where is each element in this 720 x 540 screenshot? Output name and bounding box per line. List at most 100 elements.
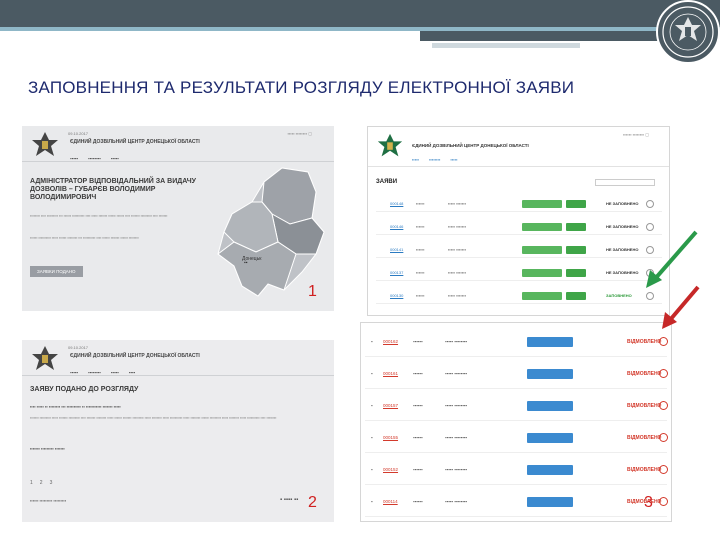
administrator-text-2: ▪▪▪▪▪▪ ▪▪▪▪▪▪▪▪▪▪ ▪▪▪▪▪ ▪▪▪▪▪▪ ▪▪▪▪▪▪▪▪ … (30, 236, 139, 240)
table-row[interactable]: ▪ 000162 ▪▪▪▪▪▪ ▪▪▪▪▪ ▪▪▪▪▪▪▪▪ ВІДМОВЛЕНО (365, 327, 668, 357)
screenshot-application-submitted: 09.10.2017 ЄДИНИЙ ДОЗВІЛЬНИЙ ЦЕНТР ДОНЕЦ… (22, 340, 334, 522)
administrator-text: ▪▪▪▪▪▪▪▪ ▪▪▪▪ ▪▪▪▪▪▪▪▪▪ ▪▪▪ ▪▪▪▪▪▪ ▪▪▪▪▪… (30, 214, 168, 218)
slide-header-subband (432, 43, 580, 48)
view-button[interactable] (527, 337, 573, 347)
submit-applications-button[interactable]: ЗАЯВКИ ПОДАНО (30, 266, 83, 277)
close-icon[interactable] (659, 337, 668, 346)
shield-logo-icon (32, 132, 58, 156)
edit-button[interactable] (522, 223, 562, 231)
view-button[interactable] (527, 433, 573, 443)
submit-button[interactable] (566, 200, 586, 208)
application-id[interactable]: 000130 (390, 293, 403, 298)
table-row[interactable]: ▪ 000157 ▪▪▪▪▪▪ ▪▪▪▪▪ ▪▪▪▪▪▪▪▪ ВІДМОВЛЕНО (365, 391, 668, 421)
close-icon[interactable] (659, 433, 668, 442)
edit-button[interactable] (522, 269, 562, 277)
slide-top-bar (0, 0, 720, 27)
table-row[interactable]: 000146 ▪▪▪▪▪▪ ▪▪▪▪▪ ▪▪▪▪▪▪▪ НЕ ЗАПОВНЕНО (376, 220, 662, 235)
application-date: ▪▪▪▪▪▪ (416, 247, 425, 252)
table-row[interactable]: 000130 ▪▪▪▪▪▪ ▪▪▪▪▪ ▪▪▪▪▪▪▪ ЗАПОВНЕНО (376, 289, 662, 304)
view-button[interactable] (527, 369, 573, 379)
submitted-note: ▪▪▪▪▪▪▪ ▪▪▪▪▪▪▪▪▪ ▪▪▪▪▪▪▪ (30, 446, 65, 451)
application-id[interactable]: 000161 (383, 371, 398, 376)
application-status: ЗАПОВНЕНО (606, 293, 632, 298)
application-owner: ▪▪▪▪▪ ▪▪▪▪▪▪▪ (448, 293, 467, 298)
portal-date: 09.10.2017 (68, 131, 89, 136)
applications-search-input[interactable] (595, 179, 655, 186)
portal-site-title: ЄДИНИЙ ДОЗВІЛЬНИЙ ЦЕНТР ДОНЕЦЬКОЇ ОБЛАСТ… (70, 353, 200, 359)
marker-1: 1 (308, 283, 317, 300)
marker-2: 2 (308, 494, 317, 511)
table-row[interactable]: 000137 ▪▪▪▪▪▪ ▪▪▪▪▪ ▪▪▪▪▪▪▪ НЕ ЗАПОВНЕНО (376, 266, 662, 281)
application-date: ▪▪▪▪▪▪ (416, 201, 425, 206)
cabinet-site-title: ЄДИНИЙ ДОЗВІЛЬНИЙ ЦЕНТР ДОНЕЦЬКОЇ ОБЛАСТ… (412, 143, 529, 148)
table-row[interactable]: 000148 ▪▪▪▪▪▪ ▪▪▪▪▪ ▪▪▪▪▪▪▪ НЕ ЗАПОВНЕНО (376, 197, 662, 212)
application-owner: ▪▪▪▪▪ ▪▪▪▪▪▪▪ (448, 224, 467, 229)
submit-button[interactable] (566, 292, 586, 300)
donetsk-region-map (217, 167, 325, 297)
portal-top-links[interactable]: ▪▪▪▪▪ ▪▪▪▪▪▪▪▪ ▢ (288, 131, 312, 136)
screenshot-rejected-list: ▪ 000162 ▪▪▪▪▪▪ ▪▪▪▪▪ ▪▪▪▪▪▪▪▪ ВІДМОВЛЕНО ▪ 00… (360, 322, 672, 522)
application-date: ▪▪▪▪▪▪ (416, 293, 425, 298)
table-row[interactable]: ▪ 000161 ▪▪▪▪▪▪ ▪▪▪▪▪ ▪▪▪▪▪▪▪▪ ВІДМОВЛЕНО (365, 359, 668, 389)
table-row[interactable]: ▪ 000114 ▪▪▪▪▪▪ ▪▪▪▪▪ ▪▪▪▪▪▪▪▪ ВІДМОВЛЕНО (365, 487, 668, 517)
close-icon[interactable] (659, 497, 668, 506)
row-bullet: ▪ (371, 371, 373, 376)
table-row[interactable]: 000141 ▪▪▪▪▪▪ ▪▪▪▪▪ ▪▪▪▪▪▪▪ НЕ ЗАПОВНЕНО (376, 243, 662, 258)
page-3[interactable]: 3 (50, 480, 53, 486)
application-status: ВІДМОВЛЕНО (627, 403, 662, 409)
close-icon[interactable] (659, 369, 668, 378)
page-2[interactable]: 2 (40, 480, 43, 486)
portal-menu[interactable]: ▪▪▪▪▪ ▪▪▪▪▪▪▪▪ ▪▪▪▪▪ ▪▪▪▪ (70, 370, 135, 375)
application-id[interactable]: 000114 (383, 499, 398, 504)
close-icon[interactable] (646, 200, 654, 208)
screenshot-applications-list: ЄДИНИЙ ДОЗВІЛЬНИЙ ЦЕНТР ДОНЕЦЬКОЇ ОБЛАСТ… (367, 126, 670, 316)
application-id[interactable]: 000162 (383, 339, 398, 344)
portal-footer: ▪▪▪▪▪▪ ▪▪▪▪▪▪▪▪▪ ▪▪▪▪▪▪▪▪▪ (30, 498, 67, 503)
application-owner: ▪▪▪▪▪ ▪▪▪▪▪▪▪▪ (445, 499, 467, 504)
portal-date: 09.10.2017 (68, 345, 89, 350)
submit-button[interactable] (566, 223, 586, 231)
table-row[interactable]: ▪ 000155 ▪▪▪▪▪▪ ▪▪▪▪▪ ▪▪▪▪▪▪▪▪ ВІДМОВЛЕНО (365, 423, 668, 453)
portal-header: 09.10.2017 ЄДИНИЙ ДОЗВІЛЬНИЙ ЦЕНТР ДОНЕЦ… (22, 340, 334, 376)
portal-menu[interactable]: ▪▪▪▪▪ ▪▪▪▪▪▪▪▪ ▪▪▪▪▪ (70, 156, 119, 161)
application-status: НЕ ЗАПОВНЕНО (606, 201, 639, 206)
application-id[interactable]: 000148 (390, 201, 403, 206)
row-bullet: ▪ (371, 403, 373, 408)
view-button[interactable] (527, 465, 573, 475)
application-status: НЕ ЗАПОВНЕНО (606, 224, 639, 229)
application-owner: ▪▪▪▪▪ ▪▪▪▪▪▪▪ (448, 247, 467, 252)
edit-button[interactable] (522, 246, 562, 254)
application-owner: ▪▪▪▪▪ ▪▪▪▪▪▪▪▪ (445, 467, 467, 472)
application-owner: ▪▪▪▪▪ ▪▪▪▪▪▪▪▪ (445, 403, 467, 408)
application-id[interactable]: 000141 (390, 247, 403, 252)
cabinet-top-links[interactable]: ▪▪▪▪▪▪ ▪▪▪▪▪▪▪▪ ▢ (623, 132, 649, 137)
administrator-heading: АДМІНІСТРАТОР ВІДПОВІДАЛЬНИЙ ЗА ВИДАЧУ Д… (30, 178, 197, 201)
submit-button[interactable] (566, 246, 586, 254)
application-date: ▪▪▪▪▪▪ (413, 467, 423, 472)
close-icon[interactable] (659, 465, 668, 474)
close-icon[interactable] (646, 292, 654, 300)
submitted-body: ▪▪▪▪▪▪▪ ▪▪▪▪▪▪▪▪▪ ▪▪▪▪▪ ▪▪▪▪▪▪▪ ▪▪▪▪▪▪▪▪… (30, 416, 277, 420)
application-id[interactable]: 000155 (383, 435, 398, 440)
close-icon[interactable] (659, 401, 668, 410)
edit-button[interactable] (522, 200, 562, 208)
application-owner: ▪▪▪▪▪ ▪▪▪▪▪▪▪ (448, 270, 467, 275)
marker-3: 3 (644, 494, 653, 511)
page-1[interactable]: 1 (30, 480, 33, 486)
application-id[interactable]: 000152 (383, 467, 398, 472)
application-id[interactable]: 000157 (383, 403, 398, 408)
table-row[interactable]: ▪ 000152 ▪▪▪▪▪▪ ▪▪▪▪▪ ▪▪▪▪▪▪▪▪ ВІДМОВЛЕНО (365, 455, 668, 485)
application-id[interactable]: 000137 (390, 270, 403, 275)
pagination[interactable]: 1 2 3 (30, 480, 52, 486)
application-id[interactable]: 000146 (390, 224, 403, 229)
edit-button[interactable] (522, 292, 562, 300)
shield-logo-icon (377, 133, 403, 157)
view-button[interactable] (527, 497, 573, 507)
view-button[interactable] (527, 401, 573, 411)
cabinet-tabs[interactable]: ▪▪▪▪▪ ▪▪▪▪▪▪▪▪ ▪▪▪▪▪ (412, 157, 458, 162)
submit-button[interactable] (566, 269, 586, 277)
row-bullet: ▪ (371, 339, 373, 344)
screenshot-portal-home: 09.10.2017 ЄДИНИЙ ДОЗВІЛЬНИЙ ЦЕНТР ДОНЕЦ… (22, 126, 334, 311)
map-donetsk-label: Донецьк (242, 256, 262, 262)
green-pointer-arrow (646, 230, 698, 288)
